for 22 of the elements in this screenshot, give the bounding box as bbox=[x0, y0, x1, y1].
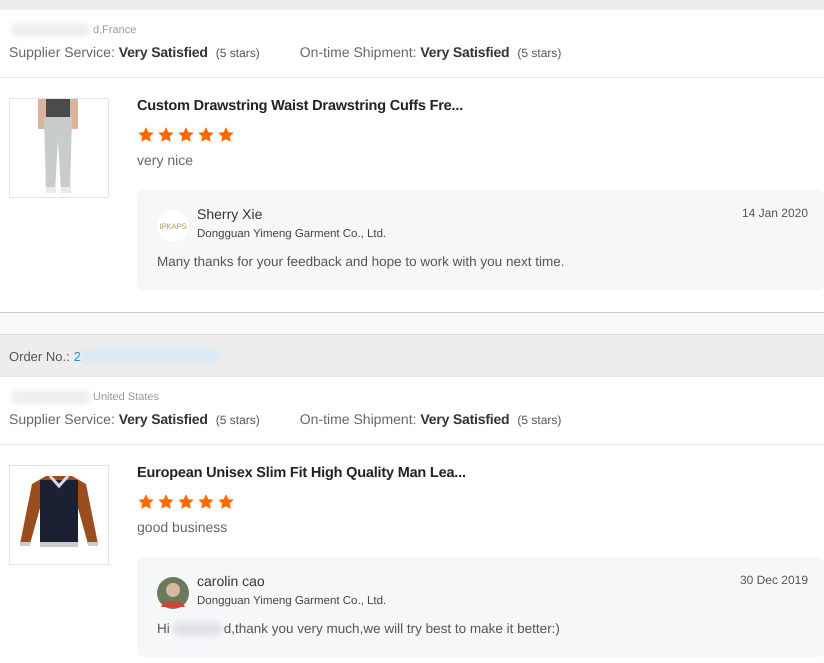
replier-name: carolin cao bbox=[197, 573, 266, 589]
review-comment: good business bbox=[137, 519, 228, 535]
rating-text: On-time Shipment: Very Satisfied (5 stars) bbox=[300, 411, 562, 427]
order-number-label: Order No.: bbox=[9, 348, 70, 364]
rating-text: On-time Shipment: Very Satisfied (5 stars) bbox=[300, 44, 562, 60]
replier-name: Sherry Xie bbox=[197, 206, 264, 222]
company-name: Dongguan Yimeng Garment Co., Ltd. bbox=[197, 228, 388, 240]
reply-date: 30 Dec 2019 bbox=[740, 573, 808, 587]
product-title[interactable]: European Unisex Slim Fit High Quality Man Lea... bbox=[137, 465, 824, 481]
company-logo: IPKAPS bbox=[157, 210, 189, 242]
buyer-location: United States bbox=[93, 391, 160, 403]
reply-message: Hi bbox=[157, 621, 170, 636]
avatar bbox=[157, 577, 189, 609]
review-comment: very nice bbox=[137, 152, 194, 168]
reply-date: 14 Jan 2020 bbox=[742, 206, 808, 220]
company-name: Dongguan Yimeng Garment Co., Ltd. bbox=[197, 595, 388, 607]
rating-text: Supplier Service: Very Satisfied (5 stars) bbox=[9, 44, 260, 60]
buyer-location: d,France bbox=[93, 24, 136, 36]
rating-text: Supplier Service: Very Satisfied (5 stars) bbox=[9, 411, 260, 427]
reply-message: Many thanks for your feedback and hope to work with you next time. bbox=[157, 254, 564, 269]
reply-message: d,thank you very much,we will try best to make it better:) bbox=[224, 621, 560, 636]
product-title[interactable]: Custom Drawstring Waist Drawstring Cuffs Fre... bbox=[137, 98, 824, 114]
